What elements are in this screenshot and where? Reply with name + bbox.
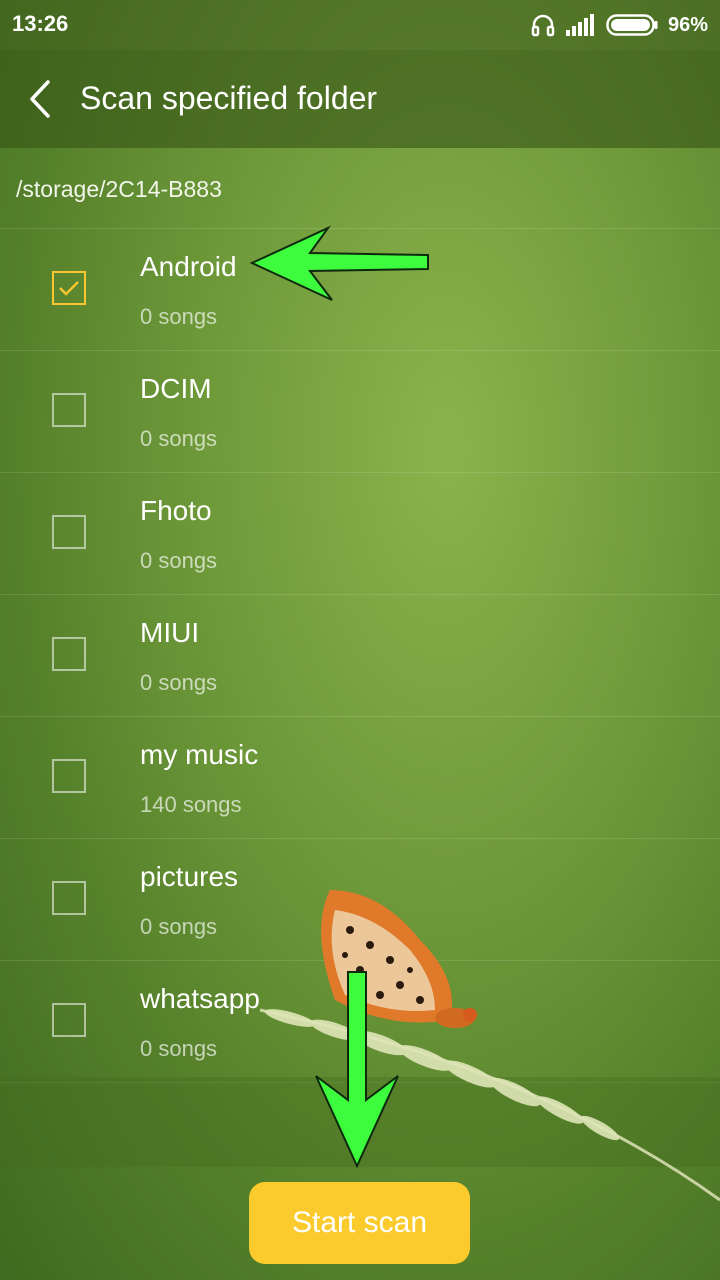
folder-row-fhoto[interactable]: Fhoto 0 songs [0,472,720,594]
folder-name: MIUI [140,617,200,648]
checkbox[interactable] [52,1003,86,1037]
folder-name: whatsapp [140,983,260,1014]
headset-icon [531,14,555,37]
folder-song-count: 0 songs [140,548,218,573]
signal-icon [565,14,594,36]
folder-name: pictures [140,861,239,892]
folder-song-count: 0 songs [140,426,218,451]
back-arrow-icon[interactable] [18,76,62,122]
battery-icon [606,14,658,36]
folder-row-dcim[interactable]: DCIM 0 songs [0,350,720,472]
app-bar: Scan specified folder [0,50,720,148]
checkbox[interactable] [52,393,86,427]
folder-name: Fhoto [140,495,212,526]
status-icons: 96% [530,11,708,39]
folder-name: DCIM [140,373,212,404]
start-scan-button[interactable]: Start scan [249,1182,470,1264]
page-title: Scan specified folder [80,80,378,116]
folder-song-count: 0 songs [140,670,218,695]
annotation-arrow-left-icon [249,225,429,301]
battery-percent: 96% [667,13,708,36]
check-icon [59,281,79,296]
checkbox-checked[interactable] [52,271,86,305]
checkbox[interactable] [52,881,86,915]
folder-row-miui[interactable]: MIUI 0 songs [0,594,720,716]
folder-song-count: 0 songs [140,1036,218,1061]
folder-row-my-music[interactable]: my music 140 songs [0,716,720,838]
checkbox[interactable] [52,759,86,793]
folder-name: my music [140,739,259,770]
folder-path: /storage/2C14-B883 [16,176,222,202]
folder-song-count: 140 songs [140,792,242,817]
folder-song-count: 0 songs [140,304,218,329]
folder-song-count: 0 songs [140,914,218,939]
status-bar: 13:26 96% [0,0,720,50]
checkbox[interactable] [52,637,86,671]
folder-name: Android [140,251,237,282]
status-time: 13:26 [12,11,69,36]
checkbox[interactable] [52,515,86,549]
annotation-arrow-down-icon [315,971,399,1169]
